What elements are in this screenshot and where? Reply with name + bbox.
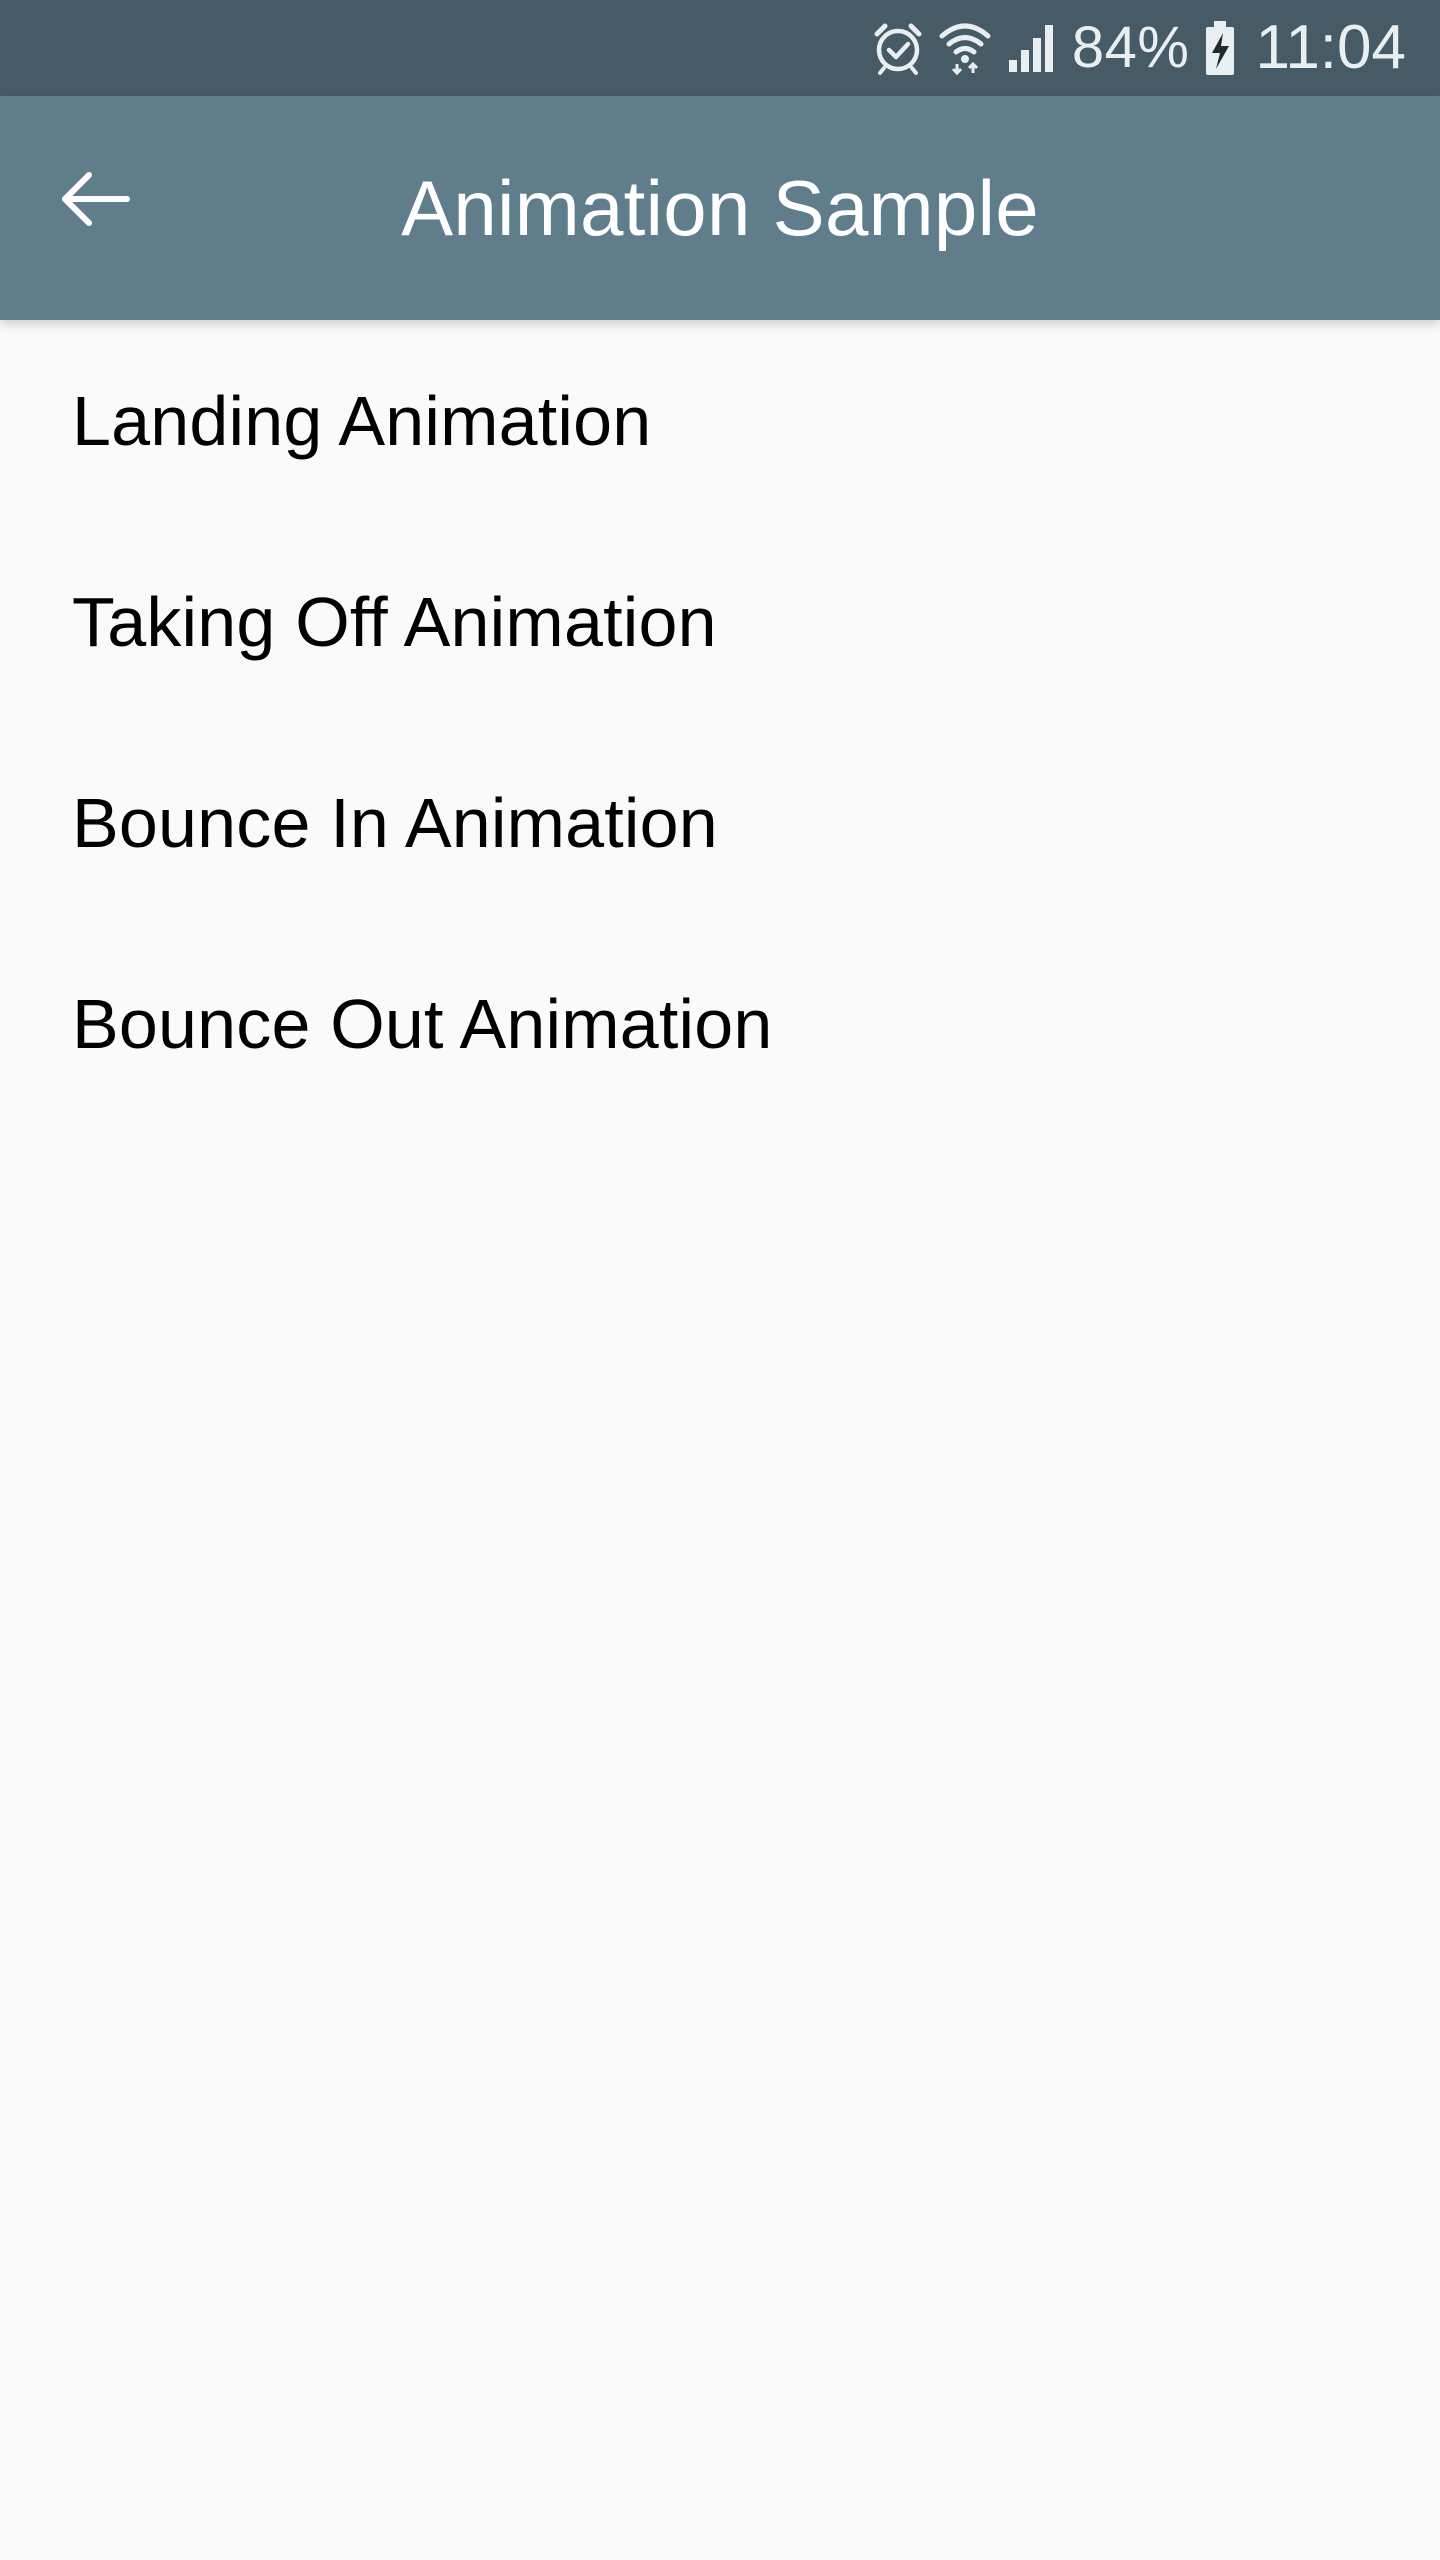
list-item-landing-animation[interactable]: Landing Animation bbox=[0, 320, 1440, 521]
animation-list: Landing Animation Taking Off Animation B… bbox=[0, 320, 1440, 1124]
wifi-icon bbox=[938, 20, 992, 76]
status-icons: 84% 11:04 bbox=[872, 0, 1406, 96]
page-title: Animation Sample bbox=[401, 164, 1039, 252]
battery-charging-icon bbox=[1203, 19, 1237, 77]
list-item-bounce-in-animation[interactable]: Bounce In Animation bbox=[0, 722, 1440, 923]
list-item-bounce-out-animation[interactable]: Bounce Out Animation bbox=[0, 923, 1440, 1124]
arrow-back-icon bbox=[59, 169, 131, 234]
alarm-icon bbox=[872, 20, 924, 76]
cellular-signal-icon bbox=[1006, 20, 1058, 76]
app-bar: Animation Sample bbox=[0, 96, 1440, 320]
list-item-taking-off-animation[interactable]: Taking Off Animation bbox=[0, 521, 1440, 722]
status-bar: 84% 11:04 bbox=[0, 0, 1440, 96]
status-time: 11:04 bbox=[1255, 13, 1406, 82]
battery-percent: 84% bbox=[1071, 15, 1190, 80]
back-button[interactable] bbox=[40, 146, 150, 256]
